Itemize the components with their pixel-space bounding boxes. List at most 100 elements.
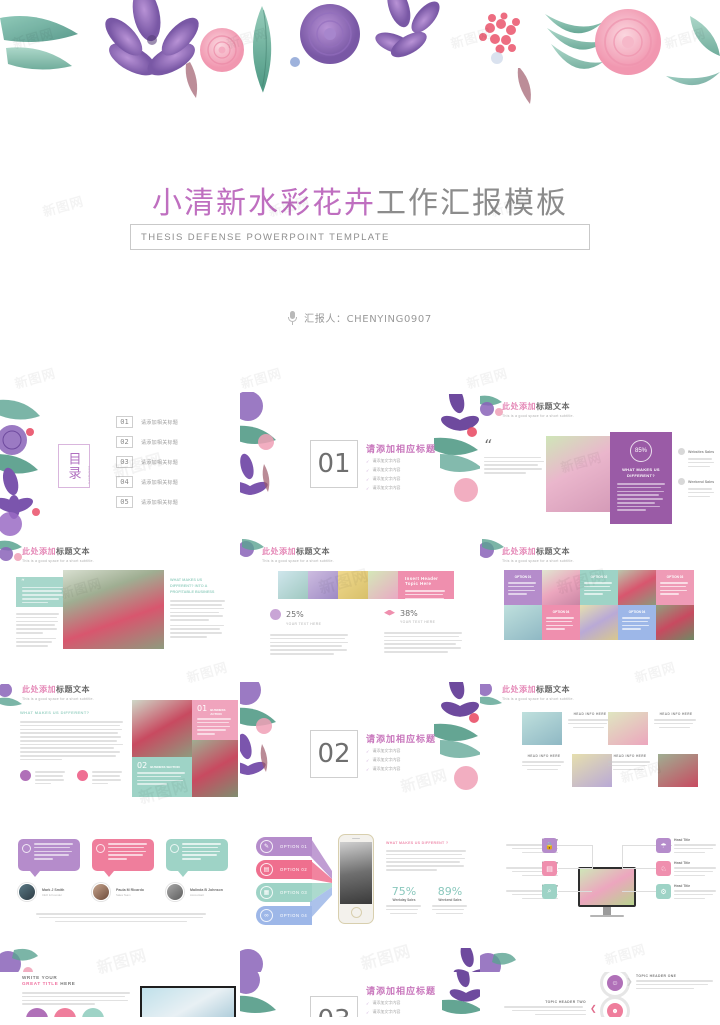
topic-item: TOPIC HEADER ONE	[636, 974, 716, 991]
toc-item[interactable]: 03 请添加相关标题	[116, 456, 178, 468]
item-photo	[522, 712, 562, 745]
node-title: Head Title	[674, 838, 691, 842]
slide-thumbnail-topic-chain[interactable]: ☺ ❯ TOPIC HEADER ONE ☻ ❮ TOPIC HEADER TW…	[480, 972, 720, 1017]
floral-corner-decoration	[240, 949, 263, 972]
banner-text-panel: Insert Header Topic Here	[398, 571, 454, 603]
person-role: CEO & Founder	[42, 892, 62, 897]
title-block: WRITE YOUR GREAT TITLE HERE	[22, 975, 132, 1007]
mosaic-tile[interactable]: OPTION 03	[656, 570, 694, 605]
pen-icon: ✎	[260, 840, 273, 853]
user-icon[interactable]: ☺	[607, 975, 623, 991]
node-icon-gear[interactable]: ⚙	[656, 884, 671, 899]
person-name: Mark J Smith	[42, 887, 65, 892]
right-title-text: WHAT MAKES US DIFFERENT? INTO A PROFITAB…	[170, 578, 215, 595]
bullet-label: 请添加文字内容	[372, 757, 401, 762]
option-ribbon[interactable]: ∞ OPTION 04	[256, 906, 312, 925]
slide-header: 此处添加标题文本 This is a good space for a shor…	[22, 684, 94, 701]
quote-block: “	[484, 438, 544, 476]
section-bullet: ✓ 请添加文字内容	[366, 467, 436, 473]
photo-caption-item[interactable]: HEAD INFO HERE	[608, 754, 698, 787]
header-zh-gray: 标题文本	[56, 547, 90, 556]
stat-label: Weekend Sales	[438, 898, 462, 902]
circle-icon[interactable]	[26, 1008, 48, 1017]
numbered-card[interactable]: 01 BUSINESS ACTION	[192, 700, 238, 740]
check-icon: ✓	[366, 757, 370, 763]
slide-thumbnail-photo-grid[interactable]: 此处添加标题文本 This is a good space for a shor…	[480, 682, 720, 827]
slide-thumbnail-insert-header[interactable]: 此处添加标题文本 This is a good space for a shor…	[240, 537, 480, 682]
section-title: 请添加相应标题	[366, 734, 437, 744]
social-item[interactable]	[20, 770, 67, 786]
mosaic-tile[interactable]: OPTION 04	[618, 605, 656, 640]
cover-slide: 小清新水彩花卉工作汇报模板 THESIS DEFENSE POWERPOINT …	[0, 0, 720, 390]
section-bullet: ✓ 请添加文字内容	[366, 766, 436, 772]
toc-item[interactable]: 02 请添加相关标题	[116, 436, 178, 448]
photo-caption-item[interactable]: HEAD INFO HERE	[608, 712, 698, 745]
quote-icon	[22, 844, 31, 853]
bullet-label: 请添加文字内容	[372, 467, 401, 472]
toc-item[interactable]: 01 请添加相关标题	[116, 416, 178, 428]
header-zh-gray: 标题文本	[536, 685, 570, 694]
node-icon-file[interactable]: ▤	[542, 861, 557, 876]
slide-thumbnail-mosaic[interactable]: 此处添加标题文本 This is a good space for a shor…	[480, 537, 720, 682]
slide-thumbnail-phone[interactable]: ✎ OPTION 01 ▤ OPTION 02 ▦ OPTION 03 ∞ OPTION…	[240, 827, 480, 972]
slide-thumbnail-section-03[interactable]: 03 请添加相应标题 ✓请添加文字内容 ✓请添加文字内容	[240, 972, 480, 1017]
header-zh-gray: 标题文本	[296, 547, 330, 556]
slide-thumbnail-text-cards[interactable]: 此处添加标题文本 This is a good space for a shor…	[0, 682, 240, 827]
toc-label: 请添加相关标题	[141, 499, 179, 506]
toc-label: 请添加相关标题	[141, 459, 179, 466]
panel-text-lines	[610, 479, 672, 512]
slide-header: 此处添加标题文本 This is a good space for a shor…	[262, 546, 334, 563]
slide-thumbnail-section-01[interactable]: 01 请添加相应标题 ✓ 请添加文字内容 ✓ 请添加文字内容 ✓ 请添加文字内容 ✓ 请…	[240, 392, 480, 537]
option-ribbon[interactable]: ▦ OPTION 03	[256, 883, 312, 902]
side-item: Websites Sales	[678, 448, 718, 469]
mosaic-tile[interactable]: OPTION 01	[504, 570, 542, 605]
photo-caption-item[interactable]: HEAD INFO HERE	[522, 754, 612, 787]
slide-header: 此处添加标题文本 This is a good space for a shor…	[502, 546, 574, 563]
stat-value: 89%	[437, 885, 463, 898]
circle-icon[interactable]	[54, 1008, 76, 1017]
option-ribbon[interactable]: ✎ OPTION 01	[256, 837, 312, 856]
toc-item[interactable]: 04 请添加相关标题	[116, 476, 178, 488]
section-number: 03	[310, 996, 358, 1017]
photo-caption-item[interactable]: HEAD INFO HERE	[522, 712, 612, 745]
card-title: BUSINESS ACTION	[210, 708, 226, 716]
option-ribbon[interactable]: ▤ OPTION 02	[256, 860, 312, 879]
slide-thumbnail-write-your-title[interactable]: WRITE YOUR GREAT TITLE HERE	[0, 972, 240, 1017]
node-icon-lock[interactable]: 🔒	[542, 838, 557, 853]
slide-thumbnail-monitor[interactable]: Head Title 🔒 Head Title ▤ Head Title ⌕ ☂…	[480, 827, 720, 972]
numbered-card[interactable]: 02 BUSINESS SECTION	[132, 757, 192, 797]
testimonial-item[interactable]	[166, 839, 228, 877]
avatar	[166, 883, 184, 901]
item-title: HEAD INFO HERE	[573, 712, 607, 716]
topic-title: TOPIC HEADER TWO	[545, 1000, 586, 1004]
toc-item[interactable]: 05 请添加相关标题	[116, 496, 178, 508]
slide-thumbnail-contents[interactable]: 目录 CONTENTS 01 请添加相关标题 02 请添加相关标题 03 请添加…	[0, 392, 240, 537]
gear-icon	[678, 448, 685, 455]
social-item[interactable]	[77, 770, 124, 786]
mosaic-tile[interactable]: OPTION 04	[542, 605, 580, 640]
section-bullet: ✓ 请添加文字内容	[366, 476, 436, 482]
node-icon-search[interactable]: ⌕	[542, 884, 557, 899]
section-bullet: ✓ 请添加文字内容	[366, 757, 436, 763]
avatar	[92, 883, 110, 901]
mosaic-tile[interactable]: OPTION 02	[580, 570, 618, 605]
slide-thumbnail-testimonials[interactable]: Mark J Smith CEO & Founder Paula M Ricar…	[0, 827, 240, 972]
node-icon-bulb[interactable]: ☂	[656, 838, 671, 853]
slide-thumbnail-section-02[interactable]: 02 请添加相应标题 ✓ 请添加文字内容 ✓ 请添加文字内容 ✓ 请添加文字内容	[240, 682, 480, 827]
header-zh-pink: 此处添加	[262, 547, 296, 556]
tile-label: OPTION 03	[666, 575, 684, 579]
testimonial-item[interactable]	[18, 839, 80, 877]
item-photo	[608, 712, 648, 745]
testimonial-item[interactable]	[92, 839, 154, 877]
add-user-icon[interactable]: ☻	[607, 1003, 623, 1017]
node-icon-bell[interactable]: ♘	[656, 861, 671, 876]
section-bullet: ✓ 请添加文字内容	[366, 485, 436, 491]
slide-thumbnail-quote-85[interactable]: 此处添加标题文本 This is a good space for a shor…	[480, 392, 720, 537]
slide-photo	[132, 700, 192, 757]
purple-panel: 85% WHAT MAKES US DIFFERENT?	[610, 432, 672, 524]
slide-photo	[546, 436, 610, 512]
mosaic-photo	[580, 605, 618, 640]
circle-icon[interactable]	[82, 1008, 104, 1017]
stat-value: 75%	[391, 885, 417, 898]
slide-thumbnail-quote-photo[interactable]: 此处添加标题文本 This is a good space for a shor…	[0, 537, 240, 682]
